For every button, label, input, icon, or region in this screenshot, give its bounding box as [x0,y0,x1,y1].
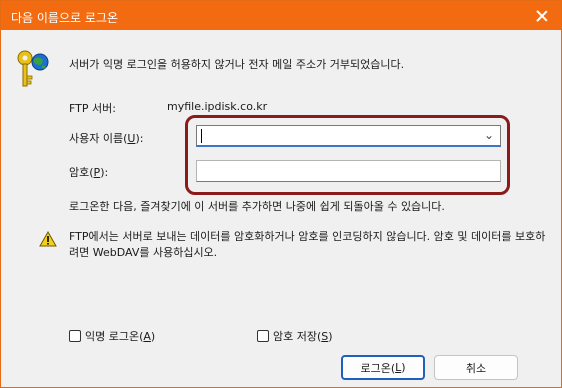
logon-dialog: 다음 이름으로 로그온 서버가 익명 로그인을 허용하지 않거나 전자 메일 주… [0,0,562,388]
login-button[interactable]: 로그온(L) [341,355,425,380]
security-warning: FTP에서는 서버로 보내는 데이터를 암호화하거나 암호를 인코딩하지 않습니… [69,230,546,259]
dialog-title: 다음 이름으로 로그온 [11,11,118,25]
title-bar[interactable]: 다음 이름으로 로그온 [1,1,561,30]
close-icon[interactable] [532,6,552,26]
text-caret [201,129,202,143]
ftp-server-label: FTP 서버: [69,102,116,115]
anonymous-logon-label: 익명 로그온(A) [85,330,156,343]
warning-icon [39,231,57,247]
anonymous-logon-checkbox[interactable]: 익명 로그온(A) [69,328,155,344]
password-label: 암호(P): [69,166,109,179]
save-password-checkbox[interactable]: 암호 저장(S) [257,328,333,344]
error-message: 서버가 익명 로그인을 허용하지 않거나 전자 메일 주소가 거부되었습니다. [69,58,405,71]
save-password-label: 암호 저장(S) [273,330,333,343]
username-combobox[interactable]: ⌄ [196,125,501,147]
chevron-down-icon[interactable]: ⌄ [484,128,494,142]
password-field[interactable] [196,160,501,182]
favorites-note: 로그온한 다음, 즐겨찾기에 이 서버를 추가하면 나중에 쉽게 되돌아올 수 … [69,200,445,213]
checkbox-box[interactable] [257,330,269,342]
cancel-button[interactable]: 취소 [434,355,518,380]
checkbox-box[interactable] [69,330,81,342]
ftp-server-value: myfile.ipdisk.co.kr [167,100,268,113]
username-label: 사용자 이름(U): [69,132,144,145]
key-globe-icon [17,50,49,87]
